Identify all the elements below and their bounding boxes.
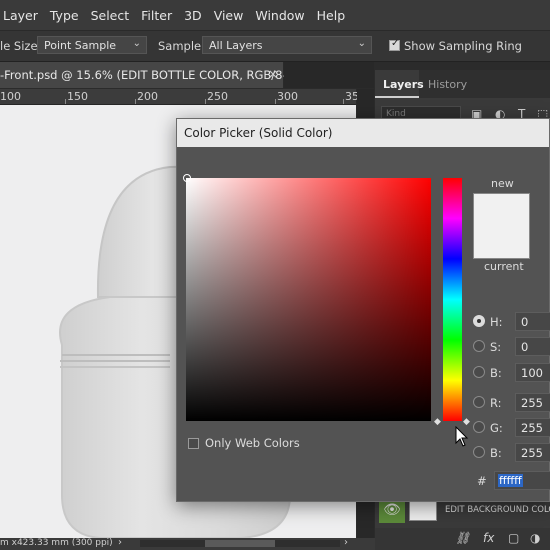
- link-icon[interactable]: ⛓: [455, 531, 470, 545]
- menu-layer[interactable]: Layer: [0, 8, 44, 23]
- ruler-tick: [205, 99, 206, 104]
- scrollbar-thumb[interactable]: [205, 540, 275, 547]
- hue-input[interactable]: 0: [515, 312, 550, 331]
- ruler-label: 300: [277, 90, 298, 103]
- sample-size-dropdown[interactable]: Point Sample ⌄: [37, 36, 147, 54]
- menu-filter[interactable]: Filter: [135, 8, 178, 23]
- new-color-label: new: [491, 177, 514, 190]
- tab-history[interactable]: History: [428, 78, 467, 91]
- sample-dropdown[interactable]: All Layers ⌄: [202, 36, 372, 54]
- mouse-cursor-icon: [455, 426, 469, 447]
- check-icon: ✓: [391, 38, 400, 49]
- tab-bar-empty: [284, 62, 374, 88]
- chevron-right-icon[interactable]: ›: [118, 537, 122, 548]
- menu-3d[interactable]: 3D: [178, 8, 208, 23]
- menu-window[interactable]: Window: [249, 8, 310, 23]
- sample-size-value: Point Sample: [44, 39, 117, 52]
- document-tab[interactable]: -Front.psd @ 15.6% (EDIT BOTTLE COLOR, R…: [0, 62, 306, 88]
- red-radio[interactable]: [473, 396, 485, 408]
- show-sampling-ring-checkbox[interactable]: ✓: [389, 38, 400, 51]
- hex-value: ffffff: [498, 474, 523, 487]
- only-web-colors-label: Only Web Colors: [205, 436, 300, 450]
- brightness-radio[interactable]: [473, 366, 485, 378]
- ruler-label: 200: [137, 90, 158, 103]
- saturation-radio[interactable]: [473, 340, 485, 352]
- options-bar: le Size: Point Sample ⌄ Sample: All Laye…: [0, 30, 550, 62]
- color-picker-dialog: Color Picker (Solid Color) ◆ ◆ new curre…: [176, 118, 550, 502]
- current-color-label: current: [484, 260, 524, 273]
- ruler-tick: [275, 99, 276, 104]
- horizontal-scrollbar[interactable]: [140, 540, 340, 547]
- only-web-colors-checkbox[interactable]: [188, 438, 199, 449]
- menu-bar: Layer Type Select Filter 3D View Window …: [0, 0, 550, 30]
- close-icon[interactable]: ×: [268, 67, 278, 81]
- show-sampling-ring-label: Show Sampling Ring: [404, 39, 522, 53]
- ruler-label: 100: [0, 90, 21, 103]
- ruler-label: 250: [207, 90, 228, 103]
- field-label: R:: [490, 396, 502, 410]
- blue-input[interactable]: 255: [515, 443, 550, 462]
- status-bar: m x423.33 mm (300 ppi) › ›: [0, 537, 375, 550]
- hex-input[interactable]: ffffff: [494, 471, 550, 490]
- dialog-title: Color Picker (Solid Color): [184, 126, 333, 140]
- layer-thumbnail: [409, 499, 437, 521]
- green-radio[interactable]: [473, 421, 485, 433]
- hex-label: #: [477, 474, 487, 488]
- hue-radio[interactable]: [473, 315, 485, 327]
- adjustment-icon[interactable]: ◑: [530, 531, 540, 545]
- menu-view[interactable]: View: [208, 8, 250, 23]
- tab-layers[interactable]: Layers: [383, 78, 424, 91]
- sample-label: Sample:: [158, 39, 205, 53]
- sample-value: All Layers: [209, 39, 263, 52]
- blue-radio[interactable]: [473, 446, 485, 458]
- field-label: H:: [490, 315, 503, 329]
- field-label: B:: [490, 446, 502, 460]
- active-tab-underline: [375, 96, 419, 98]
- field-label: G:: [490, 421, 503, 435]
- layer-name: EDIT BACKGROUND COLO: [445, 505, 550, 515]
- ruler-tick: [65, 99, 66, 104]
- new-color-swatch: [473, 193, 530, 259]
- document-size-text: m x423.33 mm (300 ppi): [0, 538, 113, 548]
- ruler-label: 150: [67, 90, 88, 103]
- chevron-down-icon: ⌄: [132, 38, 141, 49]
- horizontal-ruler: 100 150 200 250 300 35: [0, 89, 359, 105]
- hue-slider-left-handle[interactable]: ◆: [434, 417, 441, 427]
- mask-icon[interactable]: ▢: [508, 531, 519, 545]
- field-label: B:: [490, 366, 502, 380]
- brightness-input[interactable]: 100: [515, 363, 550, 382]
- red-input[interactable]: 255: [515, 393, 550, 412]
- green-input[interactable]: 255: [515, 418, 550, 437]
- chevron-down-icon: ⌄: [357, 38, 366, 49]
- hue-slider[interactable]: [443, 178, 462, 421]
- panel-footer: ⛓ fx ▢ ◑: [375, 528, 550, 550]
- sample-size-label: le Size:: [0, 39, 42, 53]
- saturation-brightness-field[interactable]: [186, 178, 431, 421]
- field-label: S:: [490, 340, 502, 354]
- ruler-tick: [343, 99, 344, 104]
- color-field-marker[interactable]: [183, 174, 191, 182]
- menu-type[interactable]: Type: [44, 8, 85, 23]
- ruler-tick: [135, 99, 136, 104]
- menu-help[interactable]: Help: [311, 8, 352, 23]
- fx-icon[interactable]: fx: [483, 531, 494, 545]
- menu-select[interactable]: Select: [85, 8, 136, 23]
- panel-tabs: Layers History: [375, 70, 550, 98]
- saturation-input[interactable]: 0: [515, 337, 550, 356]
- dialog-title-bar[interactable]: Color Picker (Solid Color): [177, 119, 549, 147]
- chevron-right-icon[interactable]: ›: [344, 537, 348, 548]
- document-tab-title: -Front.psd @ 15.6% (EDIT BOTTLE COLOR, R…: [0, 68, 307, 82]
